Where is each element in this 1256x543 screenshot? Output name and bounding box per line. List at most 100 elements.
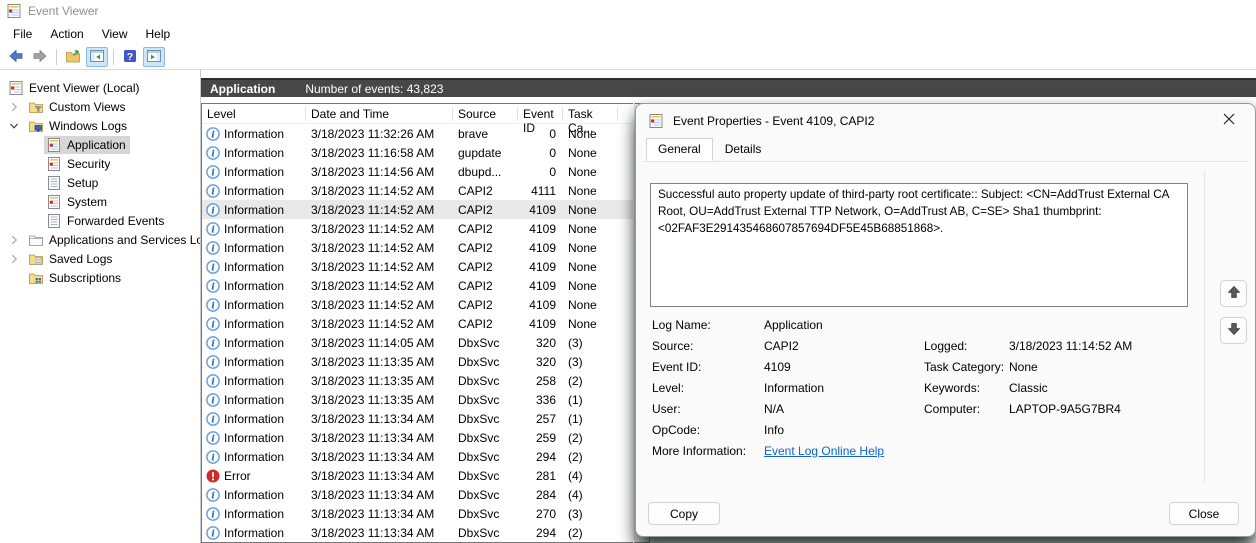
info-icon: i [206,241,220,255]
forward-button[interactable] [29,47,51,67]
tab-details[interactable]: Details [713,138,774,161]
back-arrow-icon [8,48,24,67]
sidebar-item-custom-views[interactable]: Custom Views [0,97,200,116]
previous-event-button[interactable] [1220,280,1247,307]
toolbar: ? [0,45,1256,70]
sidebar-item-security[interactable]: Security [0,154,200,173]
log-plain-icon [46,175,62,191]
event-log-online-help-link[interactable]: Event Log Online Help [764,444,884,458]
table-row[interactable]: iInformation 3/18/2023 11:13:34 AM DbxSv… [202,409,633,428]
task-category-label: Task Category: [924,360,1009,374]
help-button[interactable]: ? [119,47,141,67]
dialog-close-button[interactable] [1215,109,1243,133]
tab-general[interactable]: General [646,138,713,161]
export-button[interactable] [62,47,84,67]
menu-view[interactable]: View [93,24,137,44]
table-row[interactable]: iInformation 3/18/2023 11:13:35 AM DbxSv… [202,352,633,371]
info-icon: i [206,507,220,521]
sidebar-item-system[interactable]: System [0,192,200,211]
copy-button[interactable]: Copy [648,502,720,525]
table-row[interactable]: iInformation 3/18/2023 11:13:34 AM DbxSv… [202,504,633,523]
menu-file[interactable]: File [4,24,41,44]
event-properties-dialog: Event Properties - Event 4109, CAPI2 Gen… [635,103,1256,537]
column-header-source[interactable]: Source [453,107,518,121]
chevron-icon[interactable] [6,254,26,264]
svg-text:?: ? [127,51,133,63]
menu-bar: File Action View Help [0,22,1256,45]
folder-grid-icon [28,270,44,286]
table-row[interactable]: iInformation 3/18/2023 11:14:52 AM CAPI2… [202,257,633,276]
table-row[interactable]: iInformation 3/18/2023 11:14:52 AM CAPI2… [202,200,633,219]
table-row[interactable]: iInformation 3/18/2023 11:14:52 AM CAPI2… [202,314,633,333]
menu-help[interactable]: Help [137,24,180,44]
svg-text:i: i [211,338,215,349]
table-row[interactable]: iInformation 3/18/2023 11:14:05 AM DbxSv… [202,333,633,352]
table-row[interactable]: iInformation 3/18/2023 11:13:34 AM DbxSv… [202,485,633,504]
table-row[interactable]: iInformation 3/18/2023 11:13:34 AM DbxSv… [202,447,633,466]
chevron-icon[interactable] [6,121,26,131]
column-header-task[interactable]: Task Ca... [563,107,618,121]
svg-text:i: i [211,452,215,463]
sidebar-item-forwarded-events[interactable]: Forwarded Events [0,211,200,230]
log-name-value: Application [764,318,823,332]
table-row[interactable]: iInformation 3/18/2023 11:16:58 AM gupda… [202,143,633,162]
info-icon: i [206,374,220,388]
dialog-title: Event Properties - Event 4109, CAPI2 [673,114,874,128]
sidebar-item-applications-and-services-lo[interactable]: Applications and Services Lo [0,230,200,249]
sidebar-item-subscriptions[interactable]: Subscriptions [0,268,200,287]
event-id-value: 4109 [764,360,791,374]
menu-action[interactable]: Action [41,24,92,44]
info-icon: i [206,279,220,293]
event-viewer-window: Event Viewer File Action View Help ? Eve… [0,0,1256,543]
level-value: Information [764,381,824,395]
keywords-value: Classic [1009,381,1048,395]
forward-arrow-icon [32,48,48,67]
computer-value: LAPTOP-9A5G7BR4 [1009,402,1121,416]
folder-plain-icon [28,232,44,248]
column-header-datetime[interactable]: Date and Time [306,107,453,121]
table-row[interactable]: iInformation 3/18/2023 11:13:35 AM DbxSv… [202,371,633,390]
table-row[interactable]: iInformation 3/18/2023 11:14:52 AM CAPI2… [202,181,633,200]
close-button[interactable]: Close [1169,502,1239,525]
table-row[interactable]: iInformation 3/18/2023 11:13:34 AM DbxSv… [202,523,633,542]
table-row[interactable]: iInformation 3/18/2023 11:13:34 AM DbxSv… [202,428,633,447]
table-row[interactable]: iInformation 3/18/2023 11:14:52 AM CAPI2… [202,219,633,238]
svg-text:i: i [211,205,215,216]
folder-filter-icon [28,99,44,115]
show-action-pane-button[interactable] [143,47,165,67]
table-row[interactable]: iInformation 3/18/2023 11:13:35 AM DbxSv… [202,390,633,409]
table-row[interactable]: iInformation 3/18/2023 11:14:52 AM CAPI2… [202,238,633,257]
chevron-icon[interactable] [6,235,26,245]
table-row[interactable]: iInformation 3/18/2023 11:14:56 AM dbupd… [202,162,633,181]
svg-text:i: i [211,224,215,235]
info-icon: i [206,393,220,407]
folder-screen-icon [28,118,44,134]
sidebar-item-windows-logs[interactable]: Windows Logs [0,116,200,135]
back-button[interactable] [5,47,27,67]
info-icon: i [206,165,220,179]
table-row[interactable]: iInformation 3/18/2023 11:32:26 AM brave… [202,124,633,143]
source-label: Source: [652,339,764,353]
column-header-level[interactable]: Level [202,107,306,121]
opcode-value: Info [764,423,784,437]
table-row[interactable]: Error 3/18/2023 11:13:34 AM DbxSvc 281 (… [202,466,633,485]
event-description[interactable]: Successful auto property update of third… [650,183,1188,307]
info-icon: i [206,355,220,369]
table-row[interactable]: iInformation 3/18/2023 11:14:52 AM CAPI2… [202,276,633,295]
sidebar-item-setup[interactable]: Setup [0,173,200,192]
sidebar-item-application[interactable]: Application [0,135,200,154]
info-icon: i [206,298,220,312]
show-console-tree-button[interactable] [86,47,108,67]
dialog-tabs: General Details [636,137,1255,161]
chevron-icon[interactable] [6,102,26,112]
more-info-label: More Information: [652,444,764,458]
column-header-event-id[interactable]: Event ID [518,107,563,121]
svg-text:i: i [211,262,215,273]
info-icon: i [206,412,220,426]
table-row[interactable]: iInformation 3/18/2023 11:14:52 AM CAPI2… [202,295,633,314]
close-icon [1223,113,1235,128]
sidebar-item-saved-logs[interactable]: Saved Logs [0,249,200,268]
folder-log-icon [28,251,44,267]
next-event-button[interactable] [1220,317,1247,344]
sidebar-item-event-viewer-local[interactable]: Event Viewer (Local) [0,78,200,97]
